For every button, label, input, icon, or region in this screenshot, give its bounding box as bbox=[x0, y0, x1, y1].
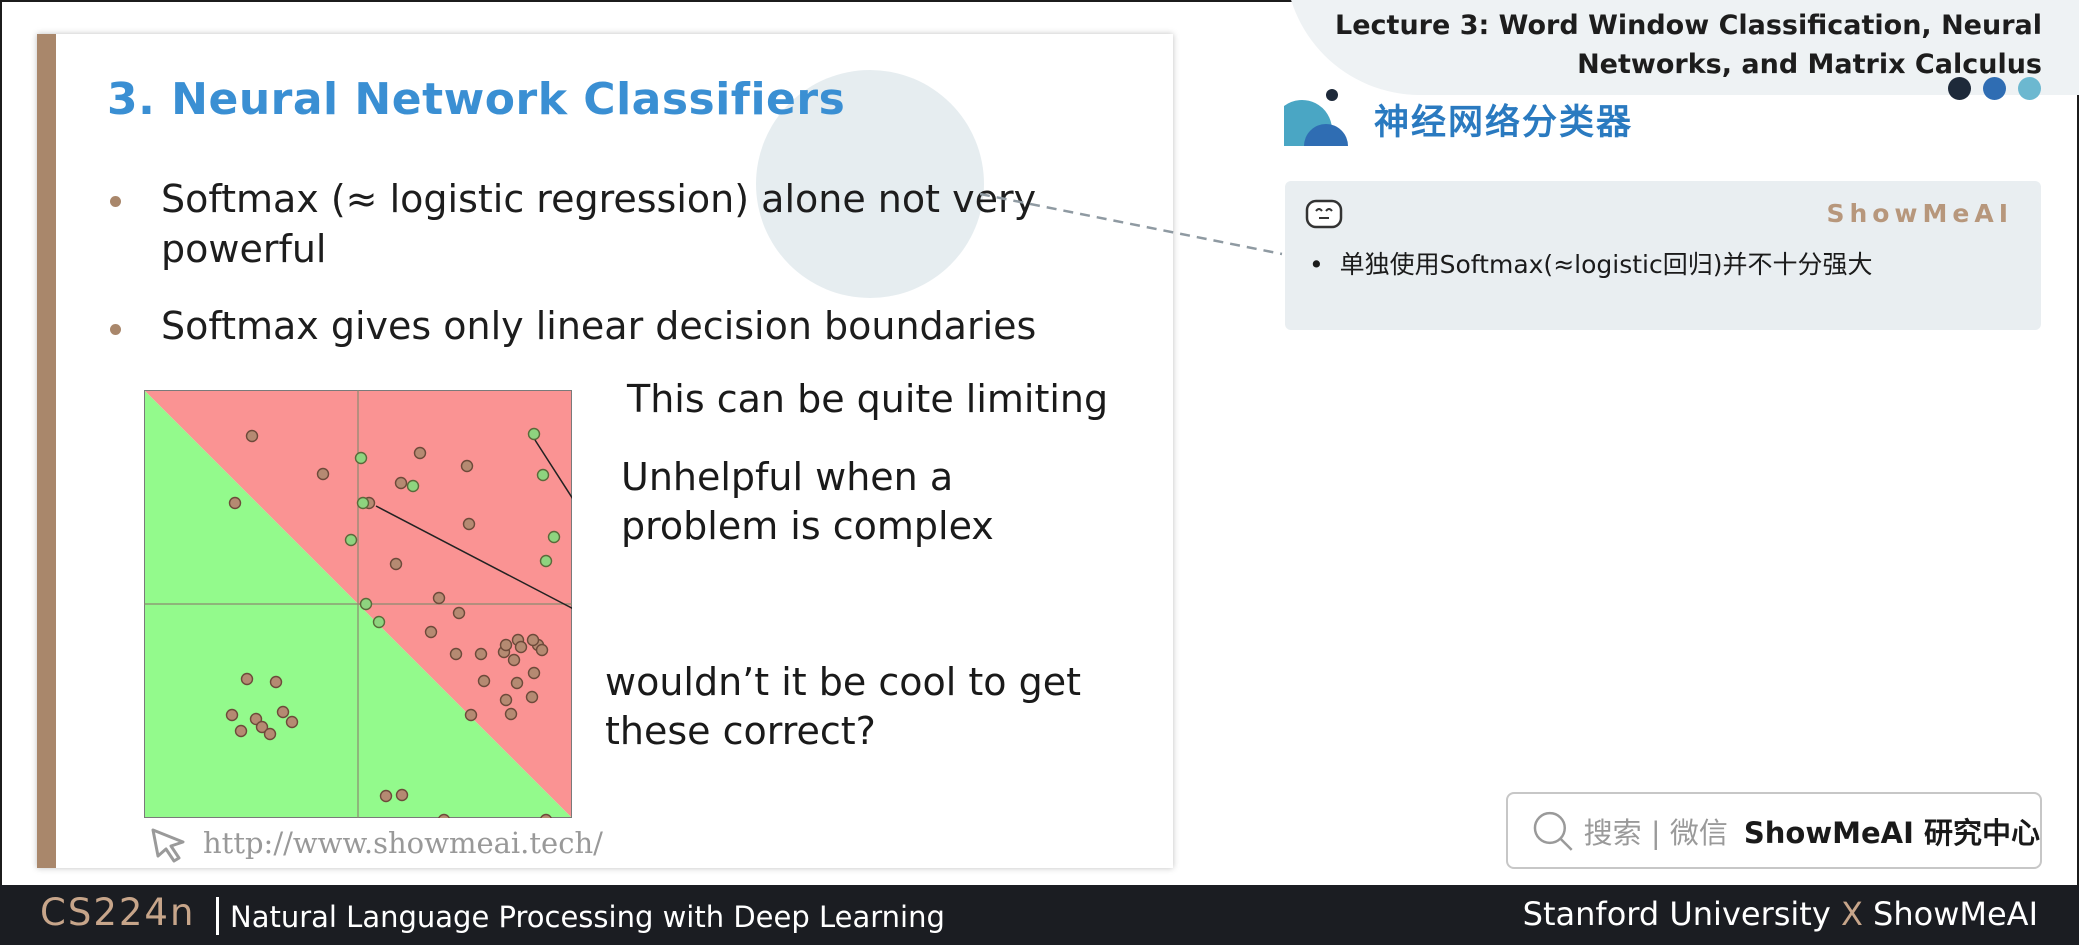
lecture-slide: 3. Neural Network Classifiers Softmax (≈… bbox=[37, 34, 1173, 868]
footer-subtitle: Natural Language Processing with Deep Le… bbox=[230, 900, 945, 934]
search-icon bbox=[1533, 811, 1573, 851]
note-unhelpful-line2: problem is complex bbox=[621, 504, 994, 548]
decision-boundary-svg bbox=[143, 389, 680, 827]
section-title-cn: 神经网络分类器 bbox=[1374, 103, 1634, 143]
plot-point-brown bbox=[269, 675, 283, 689]
card-bullet-text: 单独使用Softmax(≈logistic回归)并不十分强大 bbox=[1339, 250, 1873, 279]
plot-point-green bbox=[359, 597, 373, 611]
plot-point-brown bbox=[525, 690, 539, 704]
showmeai-url-link[interactable]: http://www.showmeai.tech/ bbox=[203, 826, 603, 860]
footer-brand: ShowMeAI bbox=[1873, 895, 2038, 933]
nav-dot-dark bbox=[1948, 77, 1971, 100]
plot-point-brown bbox=[225, 708, 239, 722]
connector-dashed-line bbox=[980, 192, 1283, 256]
plot-point-brown bbox=[499, 638, 513, 652]
card-brand: ShowMeAI bbox=[1826, 199, 2013, 228]
plot-point-green bbox=[406, 479, 420, 493]
card-bullet-dot: • bbox=[1309, 250, 1340, 279]
plot-point-brown bbox=[499, 693, 513, 707]
plot-point-brown bbox=[395, 788, 409, 802]
note-cool-line2: these correct? bbox=[605, 709, 876, 753]
slide-title: 3. Neural Network Classifiers bbox=[107, 74, 846, 125]
slide-accent-bar bbox=[37, 34, 56, 868]
plot-point-brown bbox=[507, 653, 521, 667]
footer-university: Stanford University bbox=[1522, 895, 1831, 933]
lecture-title-line1: Lecture 3: Word Window Classification, N… bbox=[1335, 10, 2042, 41]
note-limiting: This can be quite limiting bbox=[627, 377, 1109, 421]
plot-point-brown bbox=[535, 643, 549, 657]
lecture-title-line2: Networks, and Matrix Calculus bbox=[1577, 49, 2042, 80]
plot-point-brown bbox=[394, 476, 408, 490]
plot-point-green bbox=[547, 530, 561, 544]
plot-point-brown bbox=[432, 591, 446, 605]
plot-point-brown bbox=[452, 606, 466, 620]
search-hint: 搜索 | 微信 bbox=[1583, 815, 1728, 850]
search-box[interactable]: 搜索 | 微信 ShowMeAI 研究中心 bbox=[1506, 792, 2042, 869]
bullet-linear-boundaries: Softmax gives only linear decision bound… bbox=[161, 304, 1037, 348]
plot-point-green bbox=[527, 427, 541, 441]
plot-point-brown bbox=[460, 459, 474, 473]
plot-point-brown bbox=[228, 496, 242, 510]
plot-point-green bbox=[344, 533, 358, 547]
plot-point-brown bbox=[526, 633, 540, 647]
footer-course: CS224n bbox=[40, 891, 196, 934]
plot-point-brown bbox=[234, 724, 248, 738]
plot-point-brown bbox=[477, 674, 491, 688]
plot-point-brown bbox=[514, 640, 528, 654]
note-unhelpful-line1: Unhelpful when a bbox=[621, 455, 954, 499]
section-shapes-icon bbox=[1284, 89, 1348, 146]
plot-point-brown bbox=[285, 715, 299, 729]
plot-point-brown bbox=[474, 647, 488, 661]
note-card: ShowMeAI • 单独使用Softmax(≈logistic回归)并不十分强… bbox=[1285, 181, 2041, 330]
plot-point-brown bbox=[316, 467, 330, 481]
plot-point-brown bbox=[413, 446, 427, 460]
plot-point-green bbox=[356, 496, 370, 510]
plot-point-brown bbox=[504, 707, 518, 721]
plot-point-brown bbox=[464, 708, 478, 722]
plot-point-green bbox=[354, 451, 368, 465]
plot-point-brown bbox=[527, 666, 541, 680]
url-row[interactable]: http://www.showmeai.tech/ bbox=[147, 818, 603, 868]
search-brand: ShowMeAI 研究中心 bbox=[1743, 815, 2040, 850]
footer-bar: CS224n Natural Language Processing with … bbox=[0, 885, 2079, 945]
nav-dot-teal bbox=[2018, 77, 2041, 100]
bullet-dot bbox=[110, 324, 121, 335]
plot-point-brown bbox=[510, 676, 524, 690]
plot-point-green bbox=[536, 468, 550, 482]
bullet-softmax-power: Softmax (≈ logistic regression) alone no… bbox=[161, 177, 1037, 271]
plot-point-brown bbox=[245, 429, 259, 443]
plot-point-green bbox=[539, 554, 553, 568]
decision-boundary-plot bbox=[143, 389, 680, 827]
footer-separator bbox=[216, 897, 219, 935]
plot-point-brown bbox=[424, 625, 438, 639]
plot-point-brown bbox=[389, 557, 403, 571]
lecture-title: Lecture 3: Word Window Classification, N… bbox=[1282, 6, 2042, 84]
nav-dot-blue bbox=[1983, 77, 2006, 100]
bullet-dot bbox=[110, 196, 121, 207]
plot-point-brown bbox=[462, 517, 476, 531]
plot-point-brown bbox=[263, 727, 277, 741]
plot-point-brown bbox=[449, 647, 463, 661]
plot-point-brown bbox=[379, 789, 393, 803]
plot-point-brown bbox=[276, 705, 290, 719]
plot-point-green bbox=[372, 615, 386, 629]
footer-x: X bbox=[1840, 895, 1863, 933]
note-cool-line1: wouldn’t it be cool to get bbox=[605, 660, 1082, 704]
cursor-click-icon bbox=[151, 828, 185, 863]
card-bullet: • 单独使用Softmax(≈logistic回归)并不十分强大 bbox=[1309, 245, 1872, 281]
footer-credits: Stanford University X ShowMeAI bbox=[1523, 895, 2038, 933]
robot-face-icon bbox=[1305, 199, 1343, 229]
plot-point-brown bbox=[240, 672, 254, 686]
